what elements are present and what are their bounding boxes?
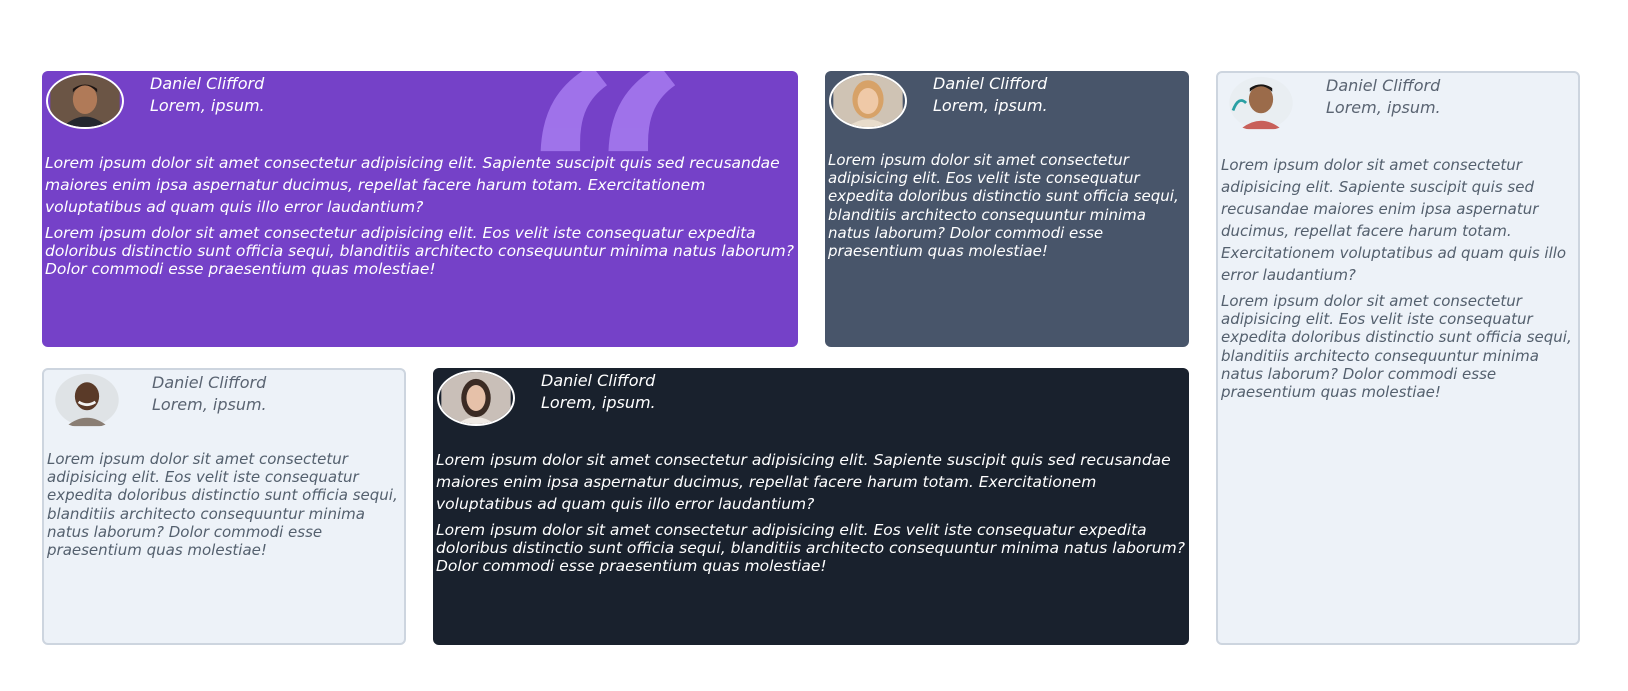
testimonial-card-purple: “ Daniel Clifford Lorem, ipsum. Lorem ip… — [42, 71, 798, 347]
testimonial-text: Lorem ipsum dolor sit amet consectetur a… — [436, 521, 1185, 576]
author-name: Daniel Clifford — [150, 74, 265, 93]
avatar — [46, 73, 124, 129]
avatar — [48, 372, 126, 428]
avatar — [829, 73, 907, 129]
testimonial-body: Lorem ipsum dolor sit amet consectetur a… — [828, 151, 1186, 260]
card-header: Daniel Clifford Lorem, ipsum. — [933, 73, 1048, 117]
testimonial-headline: Lorem ipsum dolor sit amet consectetur a… — [436, 451, 1171, 513]
testimonial-body: Lorem ipsum dolor sit amet consectetur a… — [1221, 154, 1575, 401]
author-name: Daniel Clifford — [1326, 76, 1441, 95]
testimonial-text: Lorem ipsum dolor sit amet consectetur a… — [828, 151, 1179, 261]
author-role: Lorem, ipsum. — [1326, 98, 1441, 117]
testimonial-headline: Lorem ipsum dolor sit amet consectetur a… — [1221, 156, 1567, 284]
testimonial-card-light-tall: Daniel Clifford Lorem, ipsum. Lorem ipsu… — [1216, 71, 1580, 645]
avatar-photo — [50, 75, 120, 127]
testimonial-headline: Lorem ipsum dolor sit amet consectetur a… — [45, 154, 780, 216]
avatar-photo — [55, 373, 119, 427]
testimonial-text: Lorem ipsum dolor sit amet consectetur a… — [1221, 292, 1572, 402]
author-role: Lorem, ipsum. — [152, 395, 267, 414]
avatar — [437, 370, 515, 426]
testimonial-card-light-small: Daniel Clifford Lorem, ipsum. Lorem ipsu… — [42, 368, 406, 645]
avatar-photo — [1229, 76, 1293, 130]
author-name: Daniel Clifford — [933, 74, 1048, 93]
card-header: Daniel Clifford Lorem, ipsum. — [541, 370, 656, 414]
author-name: Daniel Clifford — [152, 373, 267, 392]
author-role: Lorem, ipsum. — [933, 96, 1048, 115]
testimonial-body: Lorem ipsum dolor sit amet consectetur a… — [45, 152, 795, 279]
testimonial-body: Lorem ipsum dolor sit amet consectetur a… — [436, 449, 1186, 576]
testimonial-card-slate: Daniel Clifford Lorem, ipsum. Lorem ipsu… — [825, 71, 1189, 347]
card-header: Daniel Clifford Lorem, ipsum. — [1326, 75, 1441, 119]
testimonial-body: Lorem ipsum dolor sit amet consectetur a… — [47, 450, 401, 559]
testimonial-text: Lorem ipsum dolor sit amet consectetur a… — [45, 224, 794, 279]
avatar-photo — [441, 372, 511, 424]
author-role: Lorem, ipsum. — [150, 96, 265, 115]
author-role: Lorem, ipsum. — [541, 393, 656, 412]
testimonial-text: Lorem ipsum dolor sit amet consectetur a… — [47, 450, 398, 560]
card-header: Daniel Clifford Lorem, ipsum. — [150, 73, 265, 117]
testimonial-card-dark: Daniel Clifford Lorem, ipsum. Lorem ipsu… — [433, 368, 1189, 645]
card-header: Daniel Clifford Lorem, ipsum. — [152, 372, 267, 416]
avatar-photo — [833, 75, 903, 127]
avatar — [1222, 75, 1300, 131]
author-name: Daniel Clifford — [541, 371, 656, 390]
